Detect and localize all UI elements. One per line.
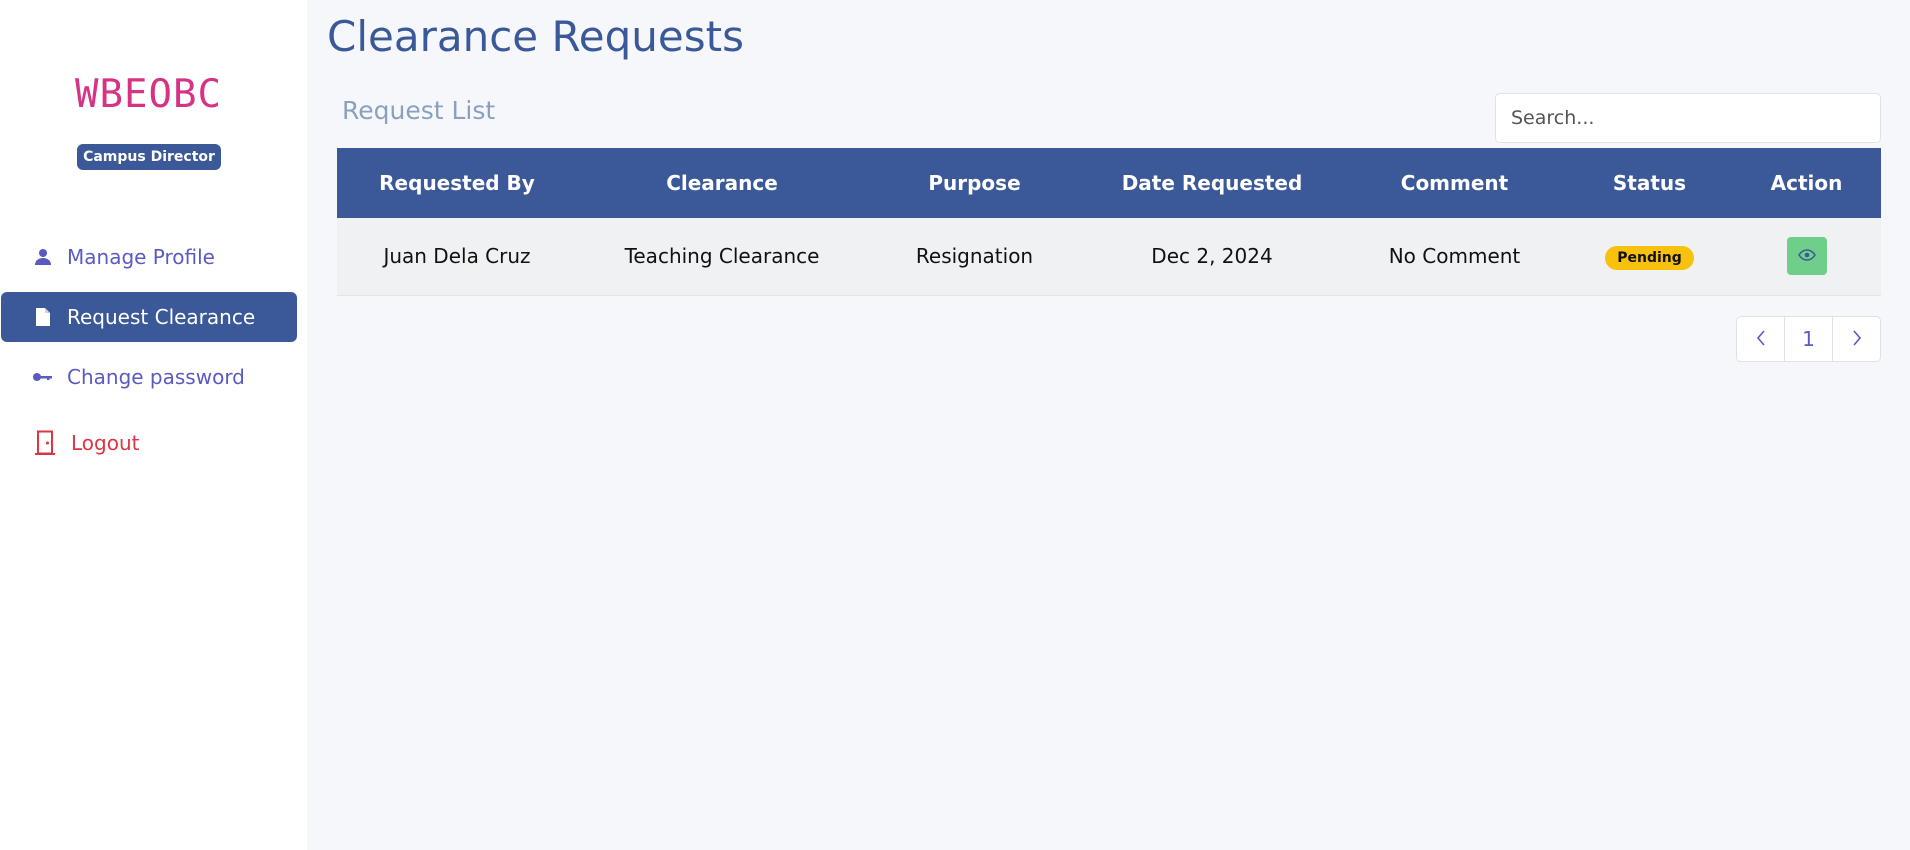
cell-date-requested: Dec 2, 2024 bbox=[1151, 244, 1273, 269]
key-icon bbox=[29, 371, 57, 383]
column-header-status: Status bbox=[1612, 171, 1687, 195]
role-badge: Campus Director bbox=[77, 144, 221, 170]
table-row: Juan Dela Cruz Teaching Clearance Resign… bbox=[337, 218, 1881, 295]
chevron-right-icon bbox=[1852, 327, 1862, 351]
status-badge: Pending bbox=[1605, 245, 1694, 270]
sidebar-item-label: Request Clearance bbox=[67, 305, 256, 329]
sidebar: WBEOBC Campus Director Manage Profile Re… bbox=[0, 0, 307, 850]
sidebar-item-request-clearance[interactable]: Request Clearance bbox=[1, 292, 297, 342]
pagination-prev[interactable] bbox=[1737, 317, 1784, 361]
list-title: Request List bbox=[342, 96, 496, 125]
pagination-page-1[interactable]: 1 bbox=[1784, 317, 1832, 361]
user-icon bbox=[29, 248, 57, 266]
column-header-purpose: Purpose bbox=[928, 171, 1021, 195]
pagination: 1 bbox=[1736, 316, 1881, 362]
view-button[interactable] bbox=[1786, 237, 1827, 276]
requests-table: Requested By Clearance Purpose Date Requ… bbox=[337, 148, 1881, 296]
column-header-clearance: Clearance bbox=[666, 171, 778, 195]
pagination-next[interactable] bbox=[1832, 317, 1880, 361]
cell-action bbox=[1732, 218, 1881, 295]
chevron-left-icon bbox=[1756, 327, 1766, 351]
column-header-requested-by: Requested By bbox=[379, 171, 535, 195]
search-input[interactable] bbox=[1495, 93, 1881, 143]
brand-logo: WBEOBC bbox=[75, 72, 222, 117]
cell-status: Pending bbox=[1567, 218, 1732, 295]
sidebar-item-label: Manage Profile bbox=[67, 245, 215, 269]
cell-clearance: Teaching Clearance bbox=[624, 244, 820, 269]
table-header-row: Requested By Clearance Purpose Date Requ… bbox=[337, 148, 1881, 218]
column-header-date-requested: Date Requested bbox=[1121, 171, 1303, 195]
column-header-comment: Comment bbox=[1400, 171, 1509, 195]
cell-requested-by: Juan Dela Cruz bbox=[383, 244, 531, 269]
sidebar-item-label: Logout bbox=[71, 431, 140, 455]
eye-icon bbox=[1797, 248, 1816, 264]
column-header-action: Action bbox=[1770, 171, 1843, 195]
page-title: Clearance Requests bbox=[327, 12, 744, 61]
door-icon bbox=[31, 430, 59, 456]
document-icon bbox=[29, 307, 57, 327]
cell-comment: No Comment bbox=[1388, 244, 1521, 269]
sidebar-item-label: Change password bbox=[67, 365, 245, 389]
cell-purpose: Resignation bbox=[915, 244, 1034, 269]
sidebar-item-change-password[interactable]: Change password bbox=[1, 352, 297, 402]
sidebar-item-logout[interactable]: Logout bbox=[1, 418, 297, 468]
sidebar-item-manage-profile[interactable]: Manage Profile bbox=[1, 232, 297, 282]
